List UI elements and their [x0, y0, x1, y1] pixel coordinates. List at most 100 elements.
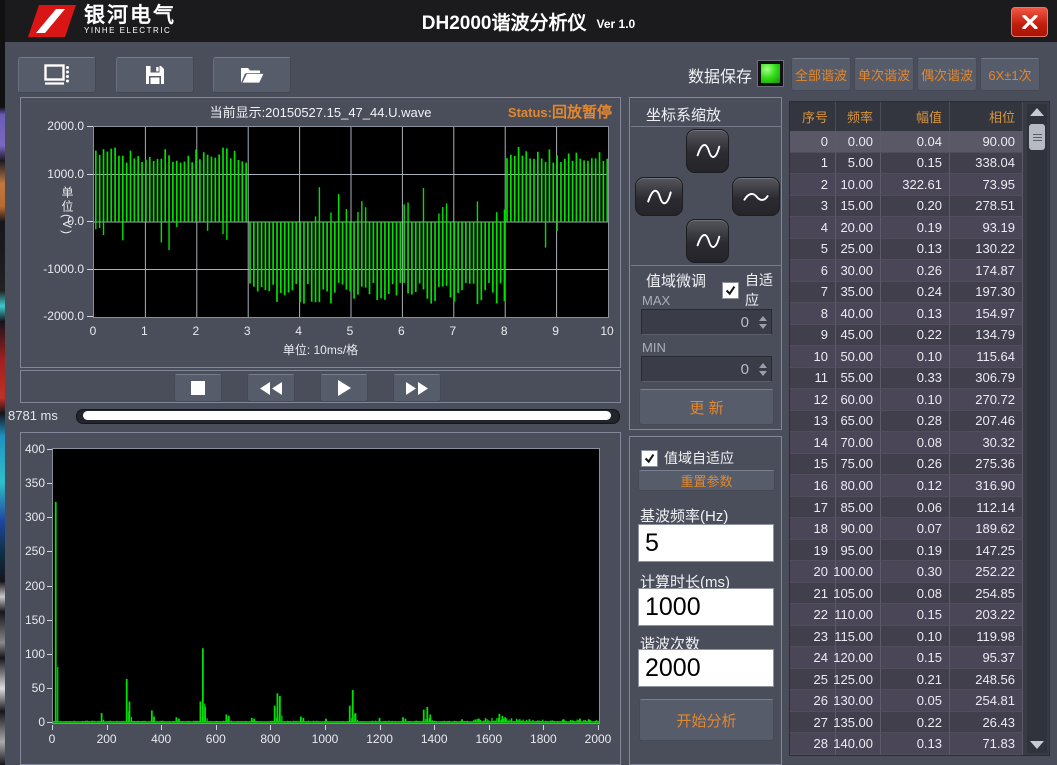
spin-down-icon[interactable] — [759, 371, 767, 376]
divider — [631, 126, 782, 127]
auto-range-checkbox[interactable] — [641, 450, 658, 467]
table-row[interactable]: 1260.000.10270.72 — [790, 389, 1023, 411]
table-scrollbar[interactable] — [1027, 104, 1047, 753]
table-row[interactable]: 315.000.20278.51 — [790, 196, 1023, 218]
fast-forward-button[interactable] — [393, 374, 441, 402]
scroll-down-icon[interactable] — [1030, 741, 1044, 749]
save-button[interactable] — [116, 57, 194, 93]
table-row[interactable]: 25125.000.21248.56 — [790, 669, 1023, 691]
table-cell: 125.00 — [836, 669, 881, 691]
table-cell: 35.00 — [836, 282, 881, 304]
table-header-cell[interactable]: 幅值 — [881, 102, 950, 131]
table-cell: 30.00 — [836, 260, 881, 282]
zoom-y-expand-button[interactable] — [686, 129, 729, 173]
min-input[interactable] — [642, 357, 771, 381]
yinhe-logo-icon — [28, 5, 76, 37]
spin-down-icon[interactable] — [759, 324, 767, 329]
table-row[interactable]: 630.000.26174.87 — [790, 260, 1023, 282]
playback-progress-slider[interactable] — [76, 409, 620, 424]
auto-adapt-label: 自适应 — [745, 270, 781, 310]
spin-up-icon[interactable] — [759, 316, 767, 321]
stop-button[interactable] — [174, 374, 222, 402]
tick-mark — [47, 586, 52, 587]
table-row[interactable]: 1785.000.06112.14 — [790, 497, 1023, 519]
table-row[interactable]: 15.000.15338.04 — [790, 153, 1023, 175]
table-row[interactable]: 1575.000.26275.36 — [790, 454, 1023, 476]
tick-mark — [52, 725, 53, 730]
table-cell: 4 — [790, 217, 836, 239]
table-row[interactable]: 945.000.22134.79 — [790, 325, 1023, 347]
table-row[interactable]: 1155.000.33306.79 — [790, 368, 1023, 390]
table-row[interactable]: 1890.000.07189.62 — [790, 518, 1023, 540]
spin-up-icon[interactable] — [759, 363, 767, 368]
open-file-button[interactable] — [213, 57, 291, 93]
zoom-x-compress-button[interactable] — [732, 177, 780, 216]
table-cell: 0.05 — [881, 690, 950, 712]
scrollbar-thumb[interactable] — [1029, 124, 1045, 150]
spectrum-x-tick: 800 — [252, 732, 288, 746]
table-row[interactable]: 22110.000.15203.22 — [790, 604, 1023, 626]
table-cell: 119.98 — [950, 626, 1023, 648]
harmonic-count-value[interactable]: 2000 — [645, 654, 701, 682]
table-row[interactable]: 1050.000.10115.64 — [790, 346, 1023, 368]
tick-mark — [87, 316, 93, 317]
table-row[interactable]: 1680.000.12316.90 — [790, 475, 1023, 497]
filter-single-harmonic-button[interactable]: 单次谐波 — [854, 58, 914, 91]
scroll-up-icon[interactable] — [1030, 108, 1044, 116]
table-cell: 95.00 — [836, 540, 881, 562]
fundamental-freq-value[interactable]: 5 — [645, 529, 659, 557]
tick-mark — [107, 725, 108, 730]
table-row[interactable]: 20100.000.30252.22 — [790, 561, 1023, 583]
table-row[interactable]: 00.000.0490.00 — [790, 131, 1023, 153]
table-cell: 316.90 — [950, 475, 1023, 497]
rewind-icon — [259, 381, 283, 396]
table-row[interactable]: 23115.000.10119.98 — [790, 626, 1023, 648]
app-version: Ver 1.0 — [597, 17, 636, 31]
desktop-edge-sliver — [0, 0, 5, 765]
table-row[interactable]: 26130.000.05254.81 — [790, 690, 1023, 712]
table-row[interactable]: 27135.000.2226.43 — [790, 712, 1023, 734]
reset-params-button[interactable]: 重置参数 — [638, 470, 775, 491]
zoom-y-compress-button[interactable] — [686, 219, 729, 263]
filter-all-harmonics-button[interactable]: 全部谐波 — [791, 58, 851, 91]
table-cell: 0.00 — [836, 131, 881, 153]
table-row[interactable]: 28140.000.1371.83 — [790, 733, 1023, 755]
close-icon — [1022, 15, 1038, 29]
table-row[interactable]: 525.000.13130.22 — [790, 239, 1023, 261]
table-row[interactable]: 210.00322.6173.95 — [790, 174, 1023, 196]
table-header-cell[interactable]: 序号 — [790, 102, 836, 131]
tick-mark — [489, 725, 490, 730]
filter-6x1-button[interactable]: 6X±1次 — [980, 58, 1040, 91]
close-button[interactable] — [1011, 7, 1048, 37]
open-folder-icon — [239, 65, 265, 85]
table-row[interactable]: 21105.000.08254.85 — [790, 583, 1023, 605]
table-row[interactable]: 1365.000.28207.46 — [790, 411, 1023, 433]
table-row[interactable]: 1470.000.0830.32 — [790, 432, 1023, 454]
divider — [631, 265, 782, 266]
table-header-cell[interactable]: 相位 — [950, 102, 1023, 131]
table-row[interactable]: 1995.000.19147.25 — [790, 540, 1023, 562]
table-header-cell[interactable]: 频率 — [836, 102, 881, 131]
table-row[interactable]: 24120.000.1595.37 — [790, 647, 1023, 669]
table-cell: 14 — [790, 432, 836, 454]
update-button[interactable]: 更 新 — [639, 389, 774, 425]
rewind-button[interactable] — [247, 374, 295, 402]
table-row[interactable]: 420.000.1993.19 — [790, 217, 1023, 239]
play-button[interactable] — [320, 374, 368, 402]
calc-duration-value[interactable]: 1000 — [645, 593, 701, 621]
table-cell: 90.00 — [836, 518, 881, 540]
table-cell: 10 — [790, 346, 836, 368]
device-button[interactable] — [18, 57, 96, 93]
max-input[interactable] — [642, 310, 771, 334]
zoom-x-expand-button[interactable] — [635, 177, 683, 216]
filter-even-harmonics-button[interactable]: 偶次谐波 — [917, 58, 977, 91]
table-row[interactable]: 735.000.24197.30 — [790, 282, 1023, 304]
table-cell: 338.04 — [950, 153, 1023, 175]
table-row[interactable]: 840.000.13154.97 — [790, 303, 1023, 325]
auto-adapt-checkbox[interactable] — [722, 282, 739, 299]
table-cell: 16 — [790, 475, 836, 497]
table-cell: 0.15 — [881, 153, 950, 175]
start-analysis-button[interactable]: 开始分析 — [639, 699, 774, 741]
data-save-led — [757, 60, 784, 87]
spectrum-y-tick: 50 — [21, 681, 45, 695]
